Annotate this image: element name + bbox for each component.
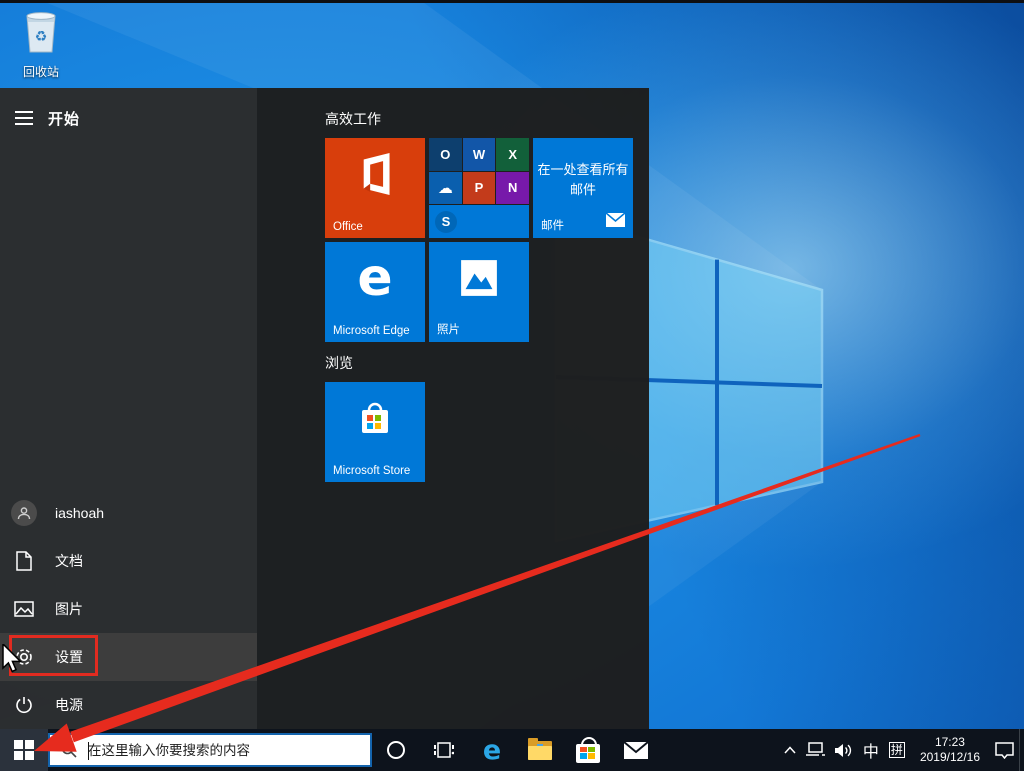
document-icon [16,551,32,571]
start-menu-left-rail: 开始 iashoah 文档 [0,88,257,729]
tile-office-label: Office [333,221,363,233]
store-bag-icon [355,398,395,438]
taskbar: e [0,729,1024,771]
user-avatar-icon [11,500,37,526]
tile-store[interactable]: Microsoft Store [325,382,425,482]
nav-label-settings: 设置 [55,647,83,667]
action-center-button[interactable] [990,729,1019,771]
ime-mode-button[interactable]: 拼 [884,729,910,771]
volume-tray-button[interactable] [830,729,858,771]
edge-logo-icon: e [357,252,392,304]
outlook-mini-icon: O [429,138,462,171]
tile-office-suite[interactable]: O W X ☁ P N S [429,138,529,238]
clock-time: 17:23 [920,735,980,750]
nav-label-user: iashoah [55,505,104,521]
mouse-cursor [1,644,23,679]
nav-item-power[interactable]: 电源 [0,681,257,729]
tile-photos[interactable]: 照片 [429,242,529,342]
mail-tile-text-line1: 在一处查看所有 [533,160,633,180]
ime-language-button[interactable]: 中 [858,729,884,771]
mail-taskbar-button[interactable] [612,729,660,771]
excel-mini-icon: X [496,138,529,171]
edge-taskbar-button[interactable]: e [468,729,516,771]
taskbar-search-box[interactable] [48,733,372,767]
svg-text:♻: ♻ [35,29,48,45]
store-tile-label: Microsoft Store [333,465,410,477]
text-caret [88,742,89,760]
mail-tile-label: 邮件 [541,217,564,233]
search-input[interactable] [88,743,338,758]
store-bag-icon-small [576,744,600,763]
taskbar-clock[interactable]: 17:23 2019/12/16 [910,735,990,765]
start-button[interactable] [0,729,48,771]
pictures-icon [14,601,34,617]
tile-mail[interactable]: 在一处查看所有 邮件 邮件 [533,138,633,238]
tile-office[interactable]: Office [325,138,425,238]
skype-mini-icon: S [435,211,457,233]
onedrive-mini-icon: ☁ [429,172,462,205]
skype-mini-strip: S [429,205,529,238]
network-tray-button[interactable] [801,729,830,771]
nav-label-pictures: 图片 [55,599,83,619]
system-tray: 中 拼 17:23 2019/12/16 [779,729,1024,771]
start-menu: 开始 iashoah 文档 [0,88,649,729]
screen-top-edge [0,0,1024,3]
hamburger-menu-button[interactable] [0,98,48,138]
clock-date: 2019/12/16 [920,750,980,765]
nav-item-documents[interactable]: 文档 [0,537,257,585]
show-desktop-button[interactable] [1019,729,1024,771]
mail-tile-text-line2: 邮件 [533,180,633,200]
speaker-icon [835,743,853,758]
nav-item-pictures[interactable]: 图片 [0,585,257,633]
show-hidden-icons-button[interactable] [779,729,801,771]
powerpoint-mini-icon: P [463,172,496,205]
start-menu-nav: iashoah 文档 图片 [0,489,257,729]
task-view-button[interactable] [420,729,468,771]
chevron-up-icon [784,746,796,754]
taskbar-app-icons: e [372,729,660,771]
start-menu-tiles-panel: 高效工作 Office O W X ☁ P N S [257,88,649,729]
mail-envelope-icon-small [624,742,648,759]
word-mini-icon: W [463,138,496,171]
action-center-icon [995,742,1014,759]
store-taskbar-button[interactable] [564,729,612,771]
tile-group-title-browse: 浏览 [325,353,353,373]
recycle-bin-label: 回收站 [12,63,70,80]
tile-group-title-productivity: 高效工作 [325,109,381,129]
network-icon [806,742,825,758]
nav-label-power: 电源 [55,695,83,715]
start-menu-title: 开始 [48,108,80,129]
cortana-button[interactable] [372,729,420,771]
nav-label-documents: 文档 [55,551,83,571]
edge-tile-label: Microsoft Edge [333,325,410,337]
file-explorer-button[interactable] [516,729,564,771]
tile-edge[interactable]: e Microsoft Edge [325,242,425,342]
task-view-icon [434,741,454,759]
search-icon [61,742,77,758]
mail-envelope-icon [606,213,625,232]
ime-language-indicator: 中 [863,738,879,762]
nav-item-user[interactable]: iashoah [0,489,257,537]
recycle-bin-icon[interactable]: ♻ 回收站 [12,10,70,80]
nav-item-settings[interactable]: 设置 [0,633,257,681]
cortana-icon [386,740,406,760]
edge-icon: e [483,737,501,764]
photos-icon [460,259,498,297]
photos-tile-label: 照片 [437,321,460,337]
trash-can-icon: ♻ [19,10,63,56]
power-icon [15,696,33,714]
ime-mode-indicator: 拼 [889,742,905,758]
onenote-mini-icon: N [496,172,529,205]
folder-icon [528,741,552,760]
windows-logo-icon [14,740,34,760]
office-logo-icon [355,153,395,195]
hamburger-icon [15,111,33,125]
